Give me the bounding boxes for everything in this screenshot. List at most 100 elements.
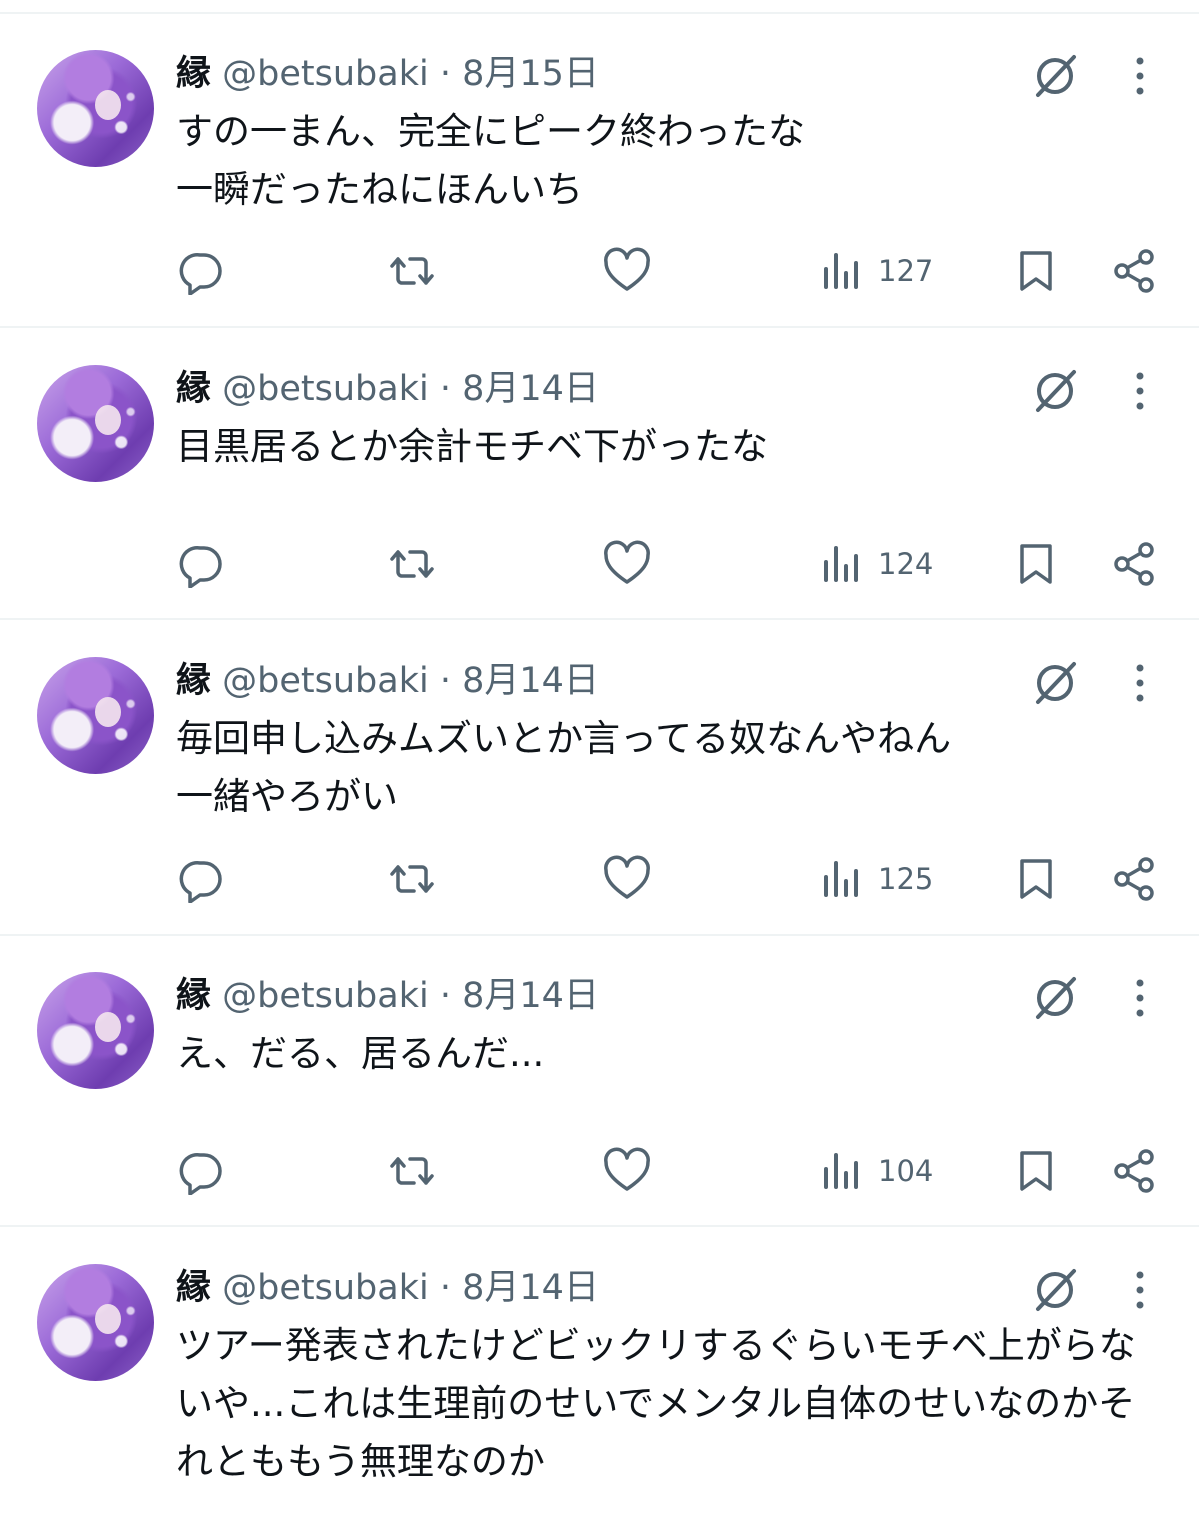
avatar[interactable] (37, 50, 154, 167)
tweet-date[interactable]: 8月14日 (462, 661, 599, 701)
share-button[interactable] (1110, 1146, 1158, 1196)
grok-icon[interactable] (1030, 1265, 1080, 1315)
user-handle[interactable]: @betsubaki (222, 1268, 429, 1308)
tweet-text: 目黒居るとか余計モチベ下がったな (176, 425, 768, 468)
grok-icon[interactable] (1030, 973, 1080, 1023)
retweet-button[interactable] (388, 1146, 436, 1196)
separator-dot: · (439, 369, 451, 409)
tweet-divider (0, 934, 1199, 936)
separator-dot: · (439, 54, 451, 94)
bookmark-icon (1020, 544, 1052, 584)
display-name[interactable]: 縁 (176, 1268, 211, 1308)
bookmark-button[interactable] (1012, 246, 1060, 296)
separator-dot: · (439, 1268, 451, 1308)
tweet-text: え、だる、居るんだ... (176, 1032, 545, 1075)
tweet-text: すの一まん、完全にピーク終わったな 一瞬だったねにほんいち (176, 110, 805, 211)
tweet-header: 縁 @betsubaki · 8月14日 (176, 1266, 599, 1310)
bookmark-button[interactable] (1012, 539, 1060, 589)
retweet-icon (390, 550, 434, 578)
views-count: 125 (878, 862, 934, 896)
bookmark-button[interactable] (1012, 1146, 1060, 1196)
tweet-text: 毎回申し込みムズいとか言ってる奴なんやねん 一緒やろがい (176, 717, 952, 818)
like-button[interactable] (603, 539, 651, 589)
top-divider (0, 12, 1199, 14)
views-button[interactable]: 104 (818, 1146, 933, 1196)
tweet-divider (0, 618, 1199, 620)
tweet-date[interactable]: 8月15日 (462, 54, 599, 94)
tweet-divider (0, 1225, 1199, 1227)
display-name[interactable]: 縁 (176, 976, 211, 1016)
tweet-text: ツアー発表されたけどビックリするぐらいモチベ上がらないや...これは生理前のせい… (176, 1324, 1136, 1483)
avatar[interactable] (37, 1264, 154, 1381)
more-icon[interactable] (1126, 369, 1154, 413)
tweet-header: 縁 @betsubaki · 8月15日 (176, 52, 599, 96)
retweet-button[interactable] (388, 539, 436, 589)
avatar[interactable] (37, 657, 154, 774)
retweet-icon (390, 257, 434, 285)
separator-dot: · (439, 976, 451, 1016)
retweet-icon (390, 1157, 434, 1185)
user-handle[interactable]: @betsubaki (222, 369, 429, 409)
more-icon[interactable] (1126, 976, 1154, 1020)
like-icon (604, 855, 650, 899)
views-count: 127 (878, 254, 934, 288)
reply-button[interactable] (178, 539, 226, 589)
bookmark-icon (1020, 859, 1052, 899)
views-icon (824, 1153, 858, 1189)
grok-icon[interactable] (1030, 658, 1080, 708)
tweet-header: 縁 @betsubaki · 8月14日 (176, 974, 599, 1018)
like-button[interactable] (603, 1146, 651, 1196)
user-handle[interactable]: @betsubaki (222, 54, 429, 94)
more-icon[interactable] (1126, 661, 1154, 705)
views-icon (824, 861, 858, 897)
like-button[interactable] (603, 854, 651, 904)
reply-icon (179, 861, 222, 903)
share-icon (1114, 249, 1154, 293)
views-icon (824, 253, 858, 289)
reply-icon (179, 1153, 222, 1195)
tweet-date[interactable]: 8月14日 (462, 976, 599, 1016)
share-button[interactable] (1110, 854, 1158, 904)
like-button[interactable] (603, 246, 651, 296)
more-icon[interactable] (1126, 54, 1154, 98)
bookmark-icon (1020, 1151, 1052, 1191)
user-handle[interactable]: @betsubaki (222, 976, 429, 1016)
share-icon (1114, 1149, 1154, 1193)
like-icon (604, 247, 650, 291)
reply-button[interactable] (178, 1146, 226, 1196)
share-button[interactable] (1110, 246, 1158, 296)
bookmark-icon (1020, 251, 1052, 291)
like-icon (604, 540, 650, 584)
grok-icon[interactable] (1030, 51, 1080, 101)
views-button[interactable]: 124 (818, 539, 933, 589)
avatar[interactable] (37, 972, 154, 1089)
share-button[interactable] (1110, 539, 1158, 589)
retweet-button[interactable] (388, 854, 436, 904)
avatar[interactable] (37, 365, 154, 482)
display-name[interactable]: 縁 (176, 369, 211, 409)
views-button[interactable]: 127 (818, 246, 933, 296)
retweet-icon (390, 865, 434, 893)
views-count: 104 (878, 1154, 934, 1188)
retweet-button[interactable] (388, 246, 436, 296)
share-icon (1114, 857, 1154, 901)
more-icon[interactable] (1126, 1268, 1154, 1312)
tweet-header: 縁 @betsubaki · 8月14日 (176, 659, 599, 703)
user-handle[interactable]: @betsubaki (222, 661, 429, 701)
bookmark-button[interactable] (1012, 854, 1060, 904)
grok-icon[interactable] (1030, 366, 1080, 416)
reply-button[interactable] (178, 854, 226, 904)
reply-icon (179, 253, 222, 295)
views-icon (824, 546, 858, 582)
display-name[interactable]: 縁 (176, 661, 211, 701)
tweet-divider (0, 326, 1199, 328)
views-count: 124 (878, 547, 934, 581)
tweet-header: 縁 @betsubaki · 8月14日 (176, 367, 599, 411)
views-button[interactable]: 125 (818, 854, 933, 904)
share-icon (1114, 542, 1154, 586)
tweet-date[interactable]: 8月14日 (462, 369, 599, 409)
reply-button[interactable] (178, 246, 226, 296)
separator-dot: · (439, 661, 451, 701)
display-name[interactable]: 縁 (176, 54, 211, 94)
tweet-date[interactable]: 8月14日 (462, 1268, 599, 1308)
